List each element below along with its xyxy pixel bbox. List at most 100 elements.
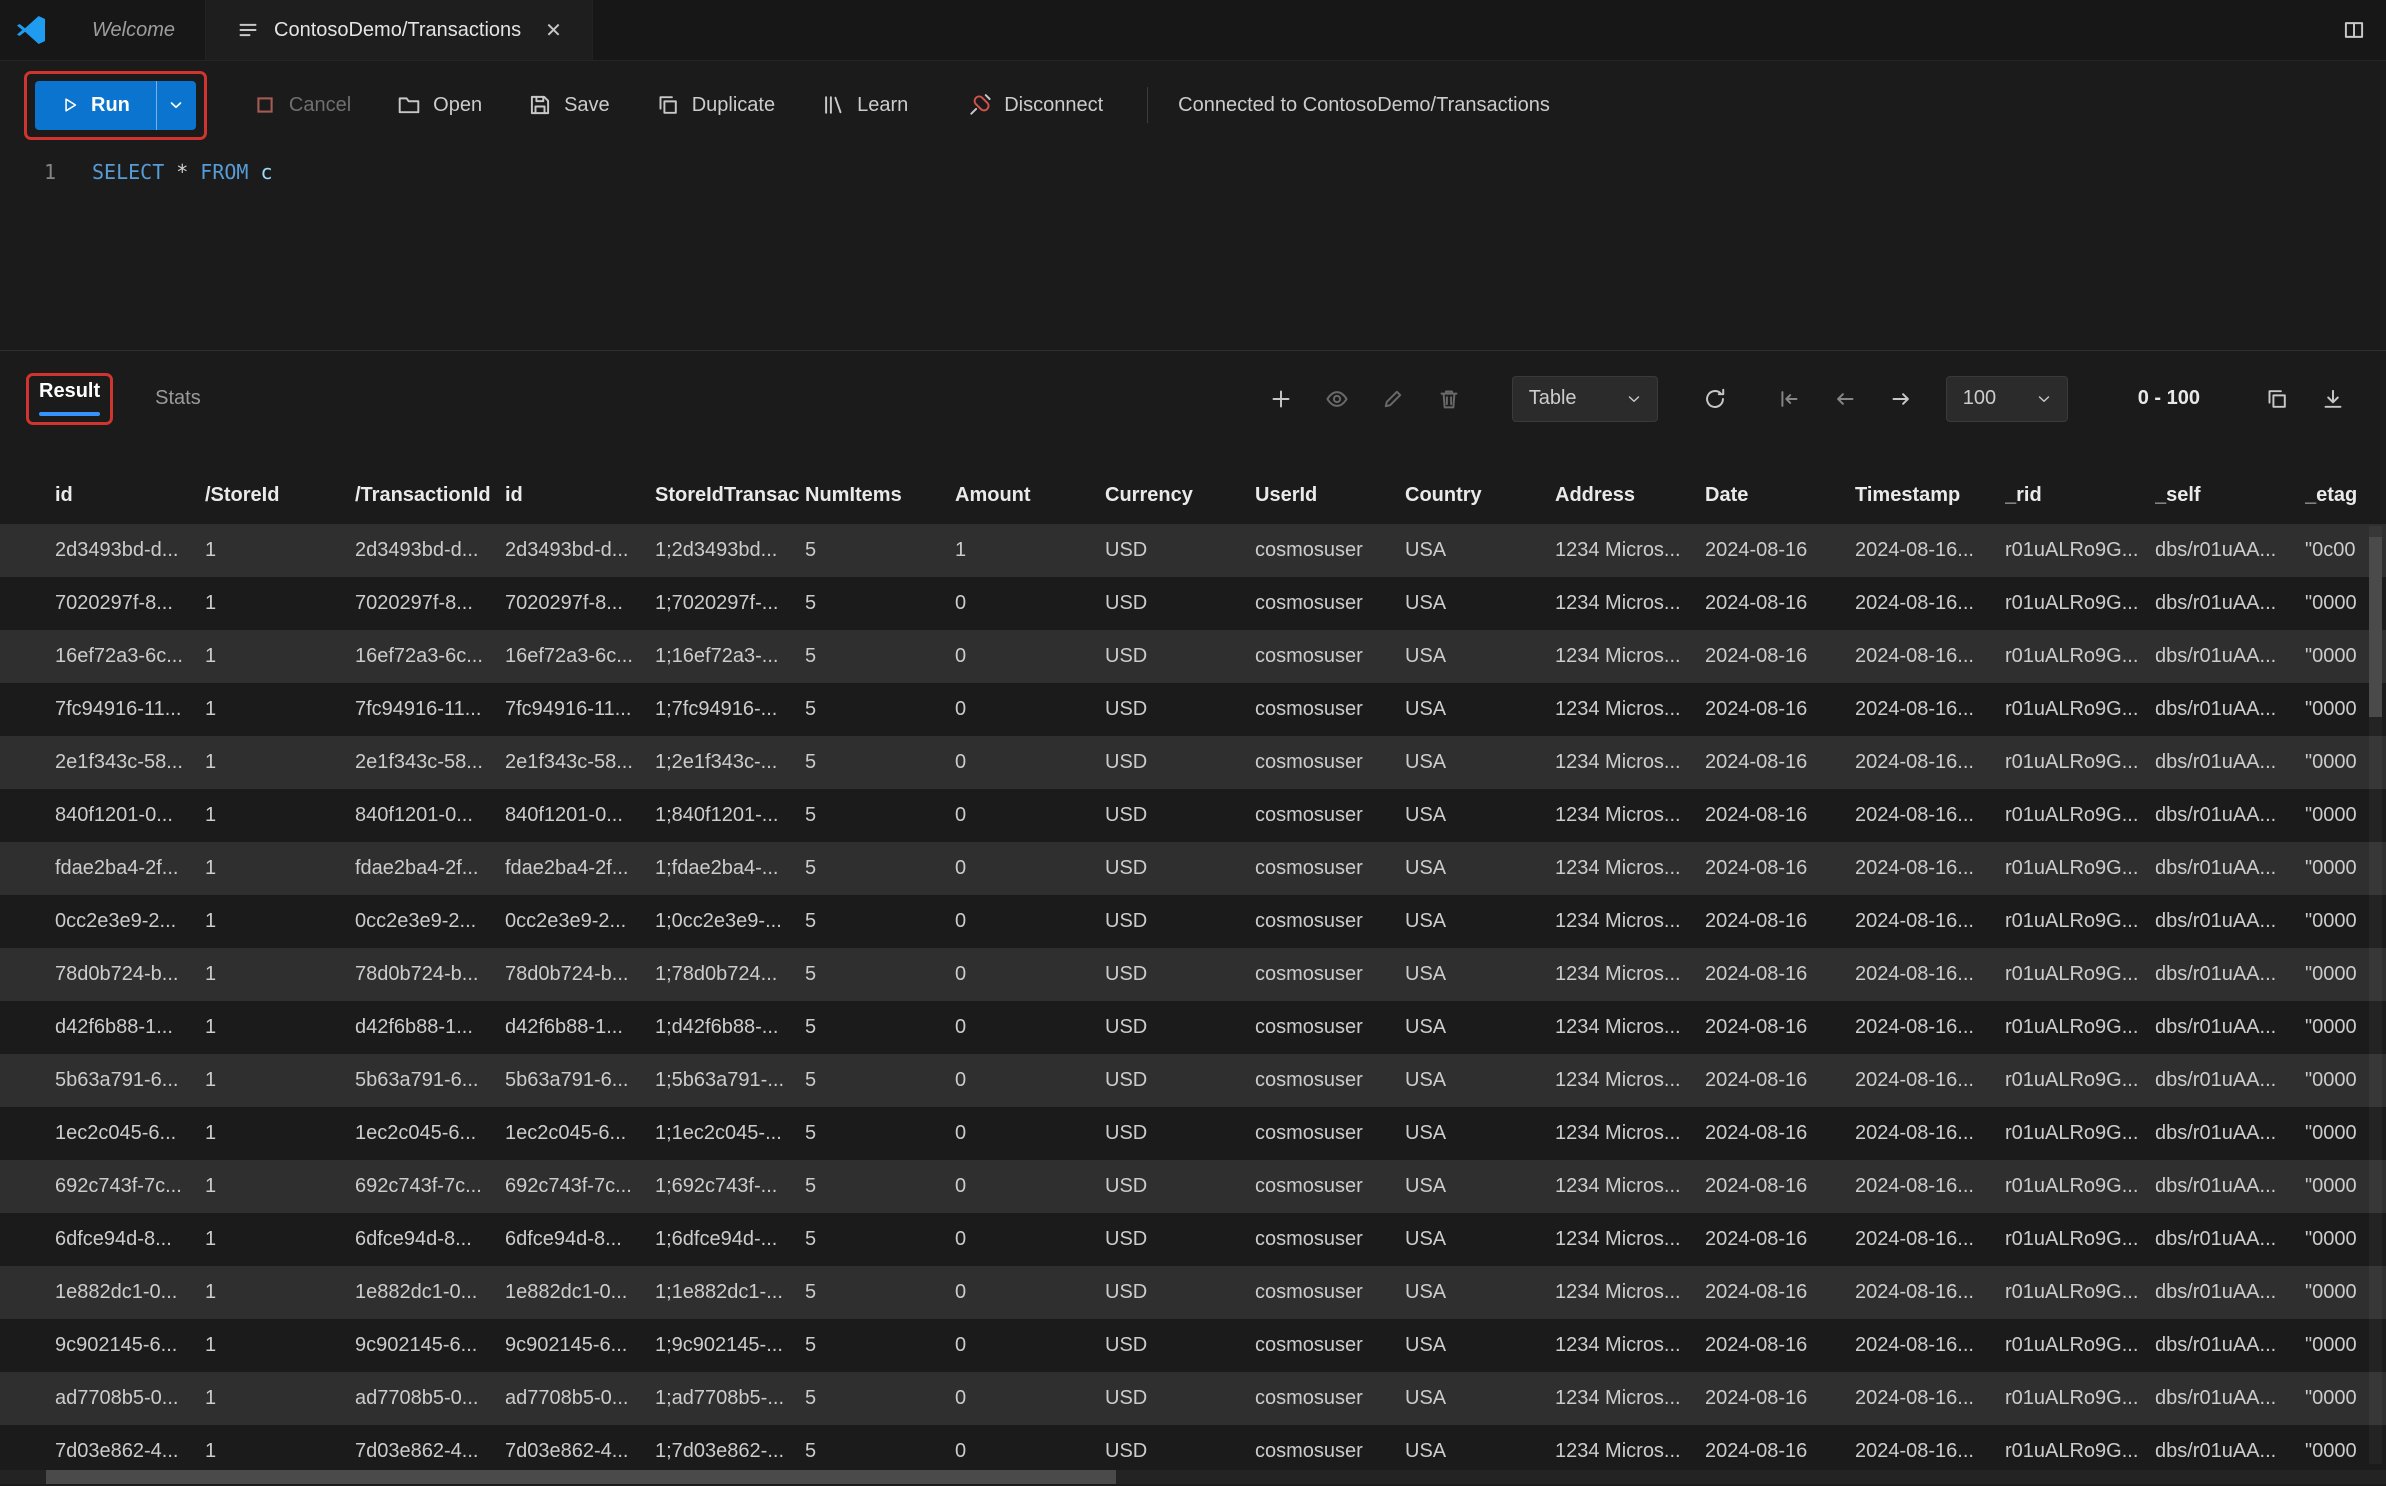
cell-storeidtransactionid: 1;0cc2e3e9-... [655,910,805,933]
table-row[interactable]: 7fc94916-11... 1 7fc94916-11... 7fc94916… [0,683,2386,736]
column-header[interactable]: _rid [2005,484,2155,507]
tab-stats[interactable]: Stats [155,387,201,410]
cell-timestamp: 2024-08-16... [1855,804,2005,827]
cancel-button[interactable]: Cancel [253,93,351,117]
table-row[interactable]: fdae2ba4-2f... 1 fdae2ba4-2f... fdae2ba4… [0,842,2386,895]
cell-userid: cosmosuser [1255,1228,1405,1251]
column-header[interactable]: Currency [1105,484,1255,507]
cell-id2: ad7708b5-0... [505,1387,655,1410]
table-row[interactable]: 2e1f343c-58... 1 2e1f343c-58... 2e1f343c… [0,736,2386,789]
next-page-button[interactable] [1884,382,1918,416]
column-header[interactable]: _etag [2305,484,2386,507]
table-row[interactable]: 9c902145-6... 1 9c902145-6... 9c902145-6… [0,1319,2386,1372]
disconnect-button[interactable]: Disconnect [968,93,1103,117]
column-header[interactable]: id [55,484,205,507]
split-editor-icon[interactable] [2342,18,2366,42]
cell-id2: 7020297f-8... [505,592,655,615]
table-row[interactable]: 7020297f-8... 1 7020297f-8... 7020297f-8… [0,577,2386,630]
cell-id: 1e882dc1-0... [55,1281,205,1304]
download-results-button[interactable] [2316,382,2350,416]
save-button[interactable]: Save [528,93,610,117]
open-button-label: Open [433,94,482,117]
cell-timestamp: 2024-08-16... [1855,1122,2005,1145]
horizontal-scrollbar-thumb[interactable] [46,1470,1116,1484]
run-button[interactable]: Run [35,81,156,130]
table-row[interactable]: d42f6b88-1... 1 d42f6b88-1... d42f6b88-1… [0,1001,2386,1054]
view-item-button[interactable] [1320,382,1354,416]
column-header[interactable]: Address [1555,484,1705,507]
cell-id: 2d3493bd-d... [55,539,205,562]
cell-storeid: 1 [205,1228,355,1251]
table-row[interactable]: 6dfce94d-8... 1 6dfce94d-8... 6dfce94d-8… [0,1213,2386,1266]
cell-date: 2024-08-16 [1705,539,1855,562]
cell-id2: 7fc94916-11... [505,698,655,721]
duplicate-button[interactable]: Duplicate [656,93,775,117]
horizontal-scrollbar[interactable] [0,1470,2386,1484]
cell-date: 2024-08-16 [1705,698,1855,721]
table-row[interactable]: 1ec2c045-6... 1 1ec2c045-6... 1ec2c045-6… [0,1107,2386,1160]
column-header[interactable]: Date [1705,484,1855,507]
table-row[interactable]: 692c743f-7c... 1 692c743f-7c... 692c743f… [0,1160,2386,1213]
cell-timestamp: 2024-08-16... [1855,910,2005,933]
table-row[interactable]: 1e882dc1-0... 1 1e882dc1-0... 1e882dc1-0… [0,1266,2386,1319]
cell-storeidtransactionid: 1;ad7708b5-... [655,1387,805,1410]
view-mode-select[interactable]: Table [1512,376,1658,422]
tab-welcome[interactable]: Welcome [62,0,206,60]
cell-country: USA [1405,1281,1555,1304]
tab-result[interactable]: Result [39,380,100,416]
cell-userid: cosmosuser [1255,1016,1405,1039]
cell-userid: cosmosuser [1255,910,1405,933]
column-header[interactable]: Country [1405,484,1555,507]
run-options-dropdown[interactable] [156,81,196,130]
cell-amount: 0 [955,910,1105,933]
edit-item-button[interactable] [1376,382,1410,416]
table-row[interactable]: 16ef72a3-6c... 1 16ef72a3-6c... 16ef72a3… [0,630,2386,683]
chevron-down-icon [1625,390,1643,408]
cell-country: USA [1405,910,1555,933]
page-size-select[interactable]: 100 [1946,376,2068,422]
delete-item-button[interactable] [1432,382,1466,416]
query-editor[interactable]: 1 SELECT * FROM c [0,149,2386,350]
table-row[interactable]: 0cc2e3e9-2... 1 0cc2e3e9-2... 0cc2e3e9-2… [0,895,2386,948]
cell-currency: USD [1105,1069,1255,1092]
tab-contosodemo-transactions[interactable]: ContosoDemo/Transactions ✕ [206,0,593,60]
cell-transactionid: 78d0b724-b... [355,963,505,986]
cell-numitems: 5 [805,1387,955,1410]
column-header[interactable]: Timestamp [1855,484,2005,507]
column-header[interactable]: NumItems [805,484,955,507]
cell-address: 1234 Micros... [1555,1281,1705,1304]
first-page-button[interactable] [1772,382,1806,416]
copy-results-button[interactable] [2260,382,2294,416]
column-header[interactable]: Amount [955,484,1105,507]
cell-userid: cosmosuser [1255,645,1405,668]
table-row[interactable]: 78d0b724-b... 1 78d0b724-b... 78d0b724-b… [0,948,2386,1001]
vertical-scrollbar-thumb[interactable] [2369,537,2382,717]
vertical-scrollbar[interactable] [2369,526,2382,1464]
cell-numitems: 5 [805,698,955,721]
table-row[interactable]: 5b63a791-6... 1 5b63a791-6... 5b63a791-6… [0,1054,2386,1107]
learn-button[interactable]: Learn [821,93,908,117]
cell-rid: r01uALRo9G... [2005,1334,2155,1357]
annotation-run-highlight: Run [24,71,207,140]
column-header[interactable]: /StoreId [205,484,355,507]
table-row[interactable]: ad7708b5-0... 1 ad7708b5-0... ad7708b5-0… [0,1372,2386,1425]
column-header[interactable]: StoreIdTransac [655,484,805,507]
column-header[interactable]: id [505,484,655,507]
open-button[interactable]: Open [397,93,482,117]
cell-address: 1234 Micros... [1555,1175,1705,1198]
column-header[interactable]: UserId [1255,484,1405,507]
close-tab-icon[interactable]: ✕ [545,18,562,43]
prev-page-button[interactable] [1828,382,1862,416]
cell-userid: cosmosuser [1255,698,1405,721]
table-row[interactable]: 840f1201-0... 1 840f1201-0... 840f1201-0… [0,789,2386,842]
column-header[interactable]: /TransactionId [355,484,505,507]
table-row[interactable]: 2d3493bd-d... 1 2d3493bd-d... 2d3493bd-d… [0,524,2386,577]
column-header[interactable]: _self [2155,484,2305,507]
stop-icon [253,93,277,117]
add-item-button[interactable] [1264,382,1298,416]
cell-amount: 0 [955,804,1105,827]
cell-timestamp: 2024-08-16... [1855,963,2005,986]
chevron-down-icon [167,96,185,114]
refresh-button[interactable] [1698,382,1732,416]
cell-self: dbs/r01uAA... [2155,1175,2305,1198]
